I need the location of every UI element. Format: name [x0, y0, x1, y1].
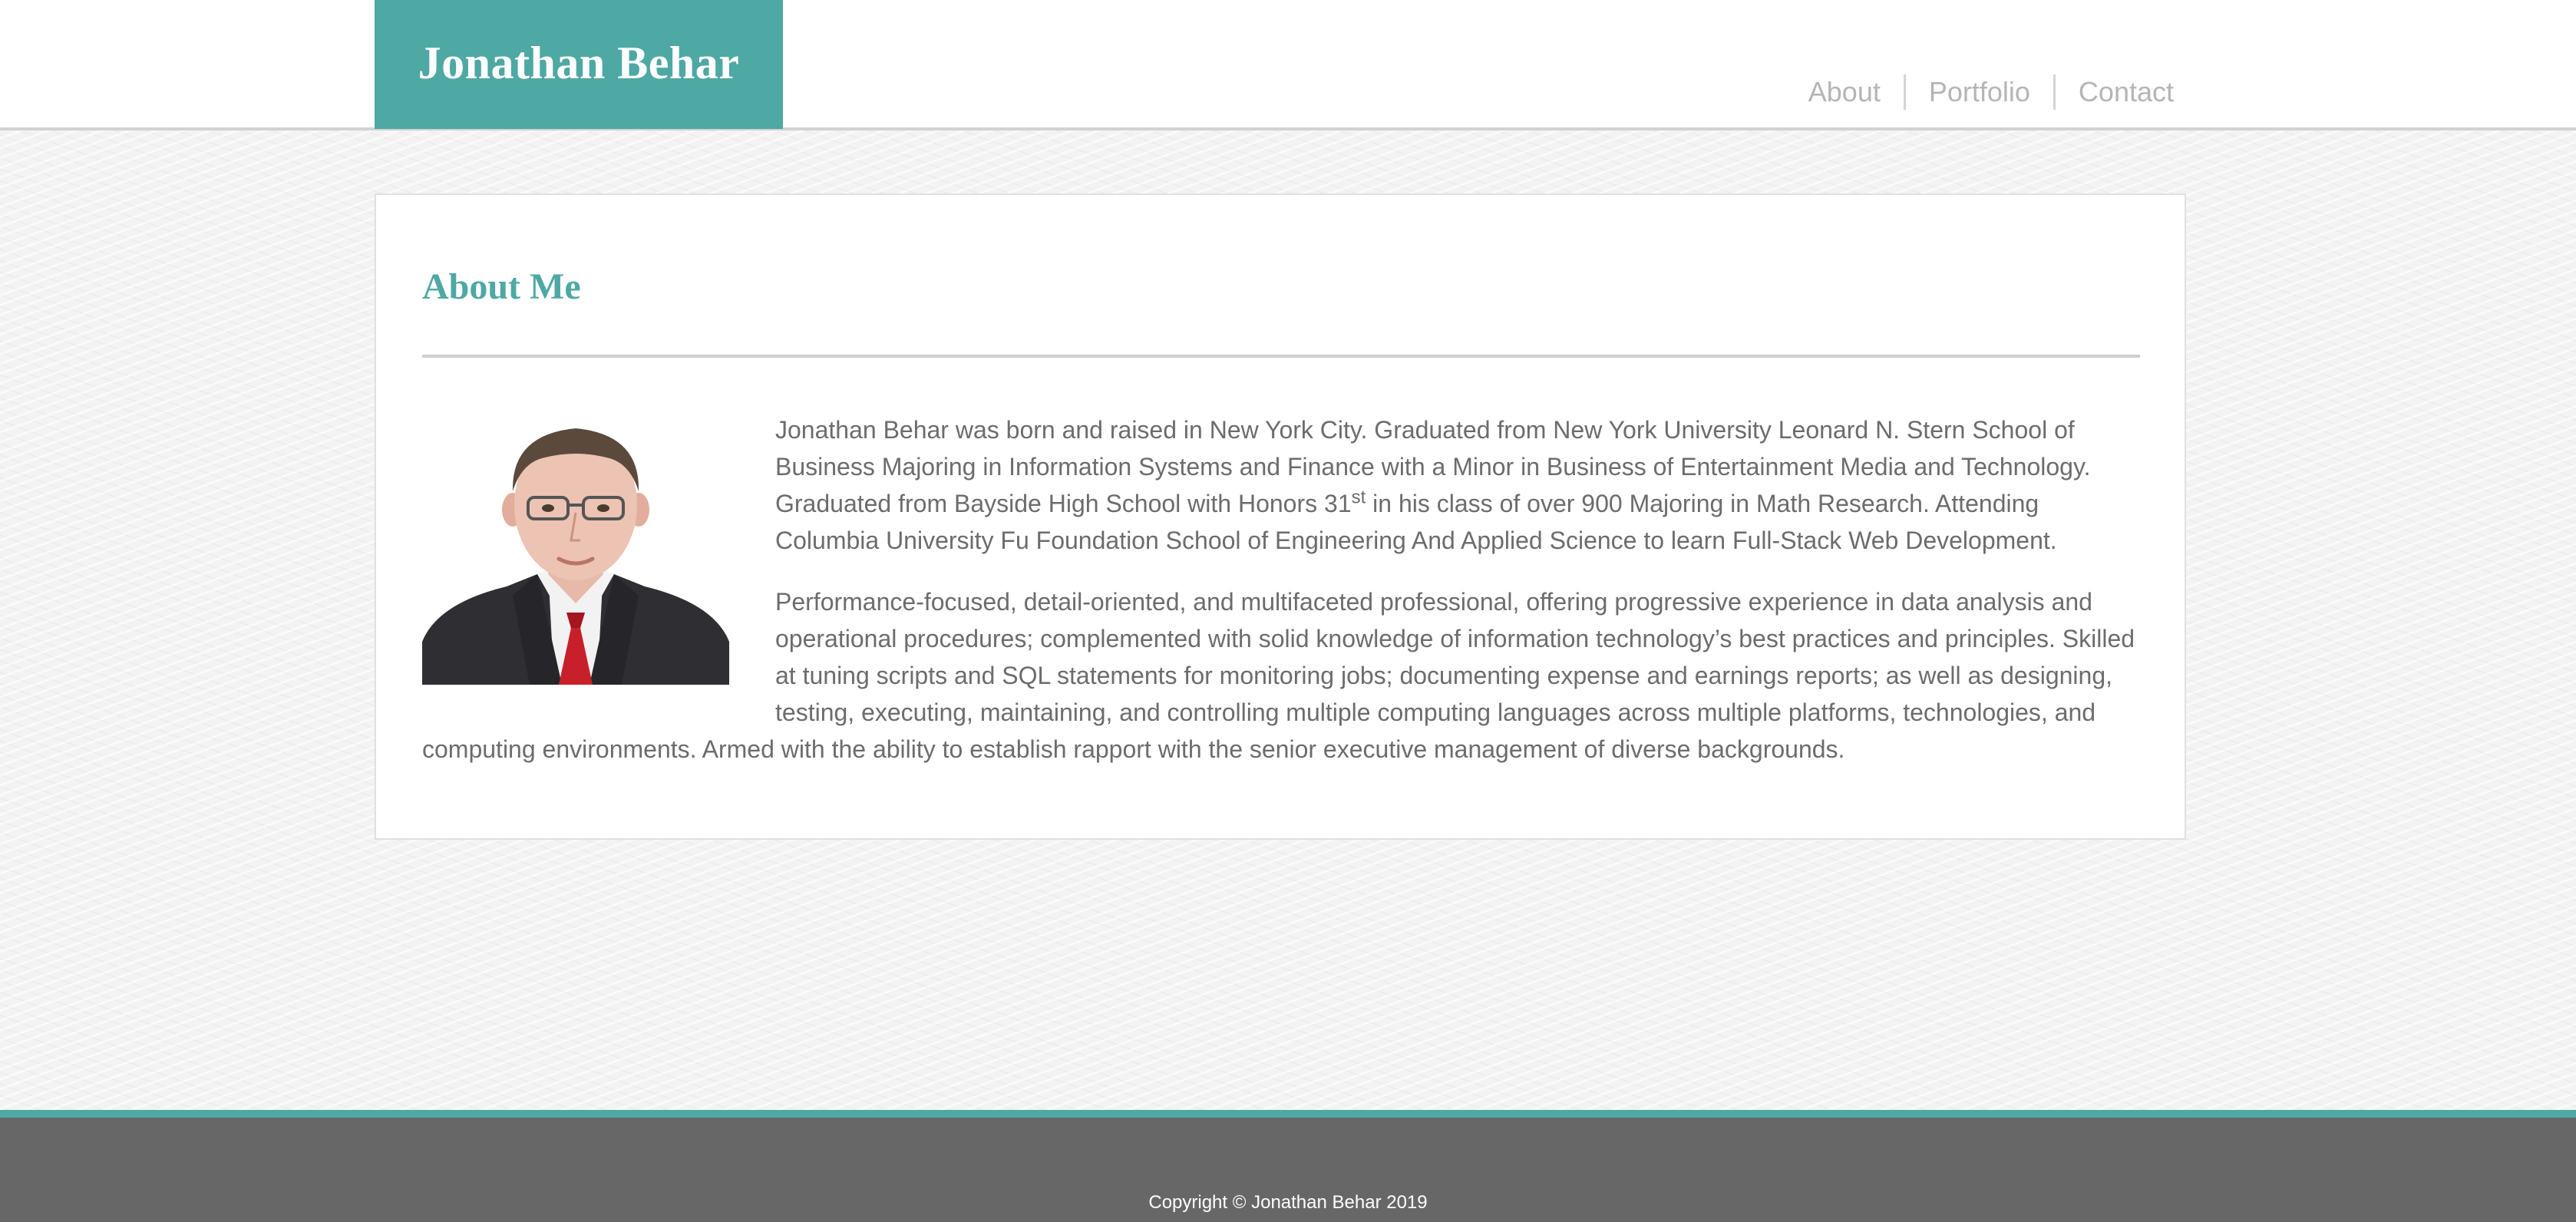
ordinal-suffix: st [1351, 487, 1366, 508]
copyright-text: Copyright © Jonathan Behar 2019 [1148, 1192, 1428, 1213]
about-card: About Me Jonathan Behar was born and rai… [375, 193, 2186, 840]
section-title: About Me [422, 266, 581, 307]
profile-photo [422, 411, 729, 685]
profile-photo-illustration [422, 411, 729, 685]
nav-link-about[interactable]: About [1785, 74, 1904, 111]
brand-name: Jonathan Behar [418, 37, 740, 88]
brand-logo-link[interactable]: Jonathan Behar [375, 0, 783, 129]
title-divider [422, 355, 2140, 358]
bio-section: Jonathan Behar was born and raised in Ne… [422, 411, 2142, 792]
main-nav: About Portfolio Contact [1785, 74, 2174, 111]
site-header: Jonathan Behar About Portfolio Contact [0, 0, 2576, 130]
nav-link-portfolio[interactable]: Portfolio [1906, 74, 2053, 111]
site-footer: Copyright © Jonathan Behar 2019 [0, 1110, 2576, 1222]
nav-link-contact[interactable]: Contact [2056, 74, 2174, 111]
